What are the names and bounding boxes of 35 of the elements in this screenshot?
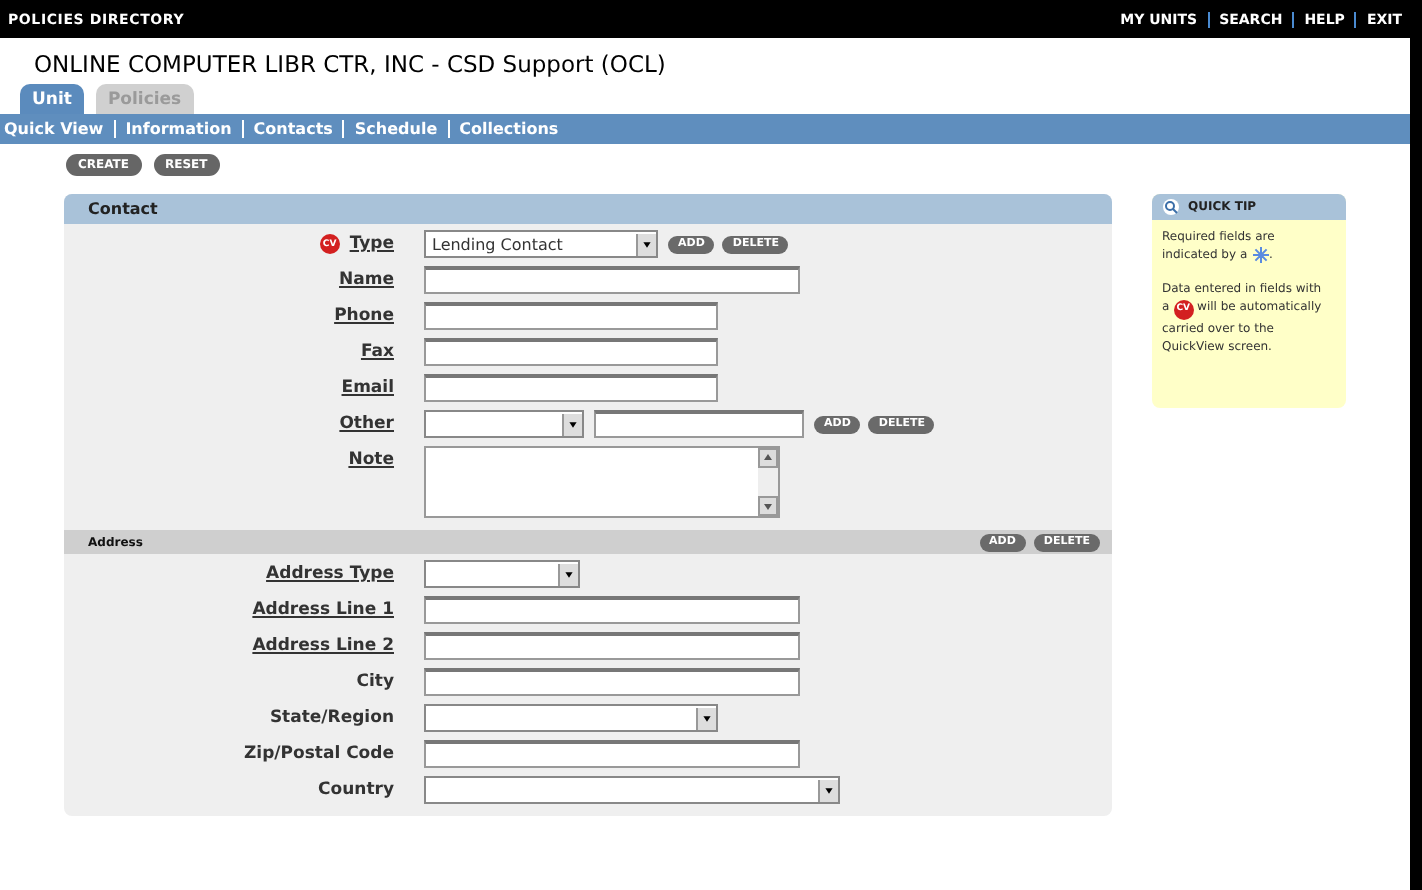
field-label[interactable]: Fax xyxy=(360,342,394,362)
field-label[interactable]: Name xyxy=(339,270,394,290)
input-field[interactable] xyxy=(424,632,800,660)
field-label[interactable]: Email xyxy=(341,378,394,398)
field-label: State/Region xyxy=(269,708,394,728)
input-field[interactable] xyxy=(424,302,718,330)
field-label[interactable]: Phone xyxy=(334,306,394,326)
field-label[interactable]: Type xyxy=(349,234,394,254)
field-label[interactable]: Address Line 1 xyxy=(252,600,394,620)
select-field[interactable] xyxy=(424,410,584,438)
input-field[interactable] xyxy=(424,266,800,294)
section-title: Contact xyxy=(88,200,158,218)
input-field[interactable] xyxy=(424,338,718,366)
scrollbar-icon xyxy=(758,448,778,516)
tab[interactable]: Unit xyxy=(20,84,84,114)
select-field[interactable]: Lending Contact xyxy=(424,230,658,258)
field-label: Country xyxy=(318,780,394,800)
select-field[interactable] xyxy=(424,560,580,588)
field-label[interactable]: Address Line 2 xyxy=(252,636,394,656)
field-label[interactable]: Other xyxy=(339,414,394,434)
select-field[interactable] xyxy=(424,704,718,732)
field-label: City xyxy=(356,672,394,692)
field-label: Zip/Postal Code xyxy=(244,744,394,764)
field-label[interactable]: Note xyxy=(348,450,394,470)
note-textarea[interactable] xyxy=(424,446,780,518)
select-field[interactable] xyxy=(424,776,840,804)
asterisk-icon xyxy=(1251,246,1270,264)
page-title: ONLINE COMPUTER LIBR CTR, INC - CSD Support (OCL) xyxy=(32,48,668,82)
field-label[interactable]: Address Type xyxy=(266,564,394,584)
input-field[interactable] xyxy=(424,668,800,696)
input-field[interactable] xyxy=(424,374,718,402)
input-field[interactable] xyxy=(424,740,800,768)
input-field[interactable] xyxy=(424,596,800,624)
input-field[interactable] xyxy=(594,410,804,438)
magnifier-icon xyxy=(1162,198,1180,216)
